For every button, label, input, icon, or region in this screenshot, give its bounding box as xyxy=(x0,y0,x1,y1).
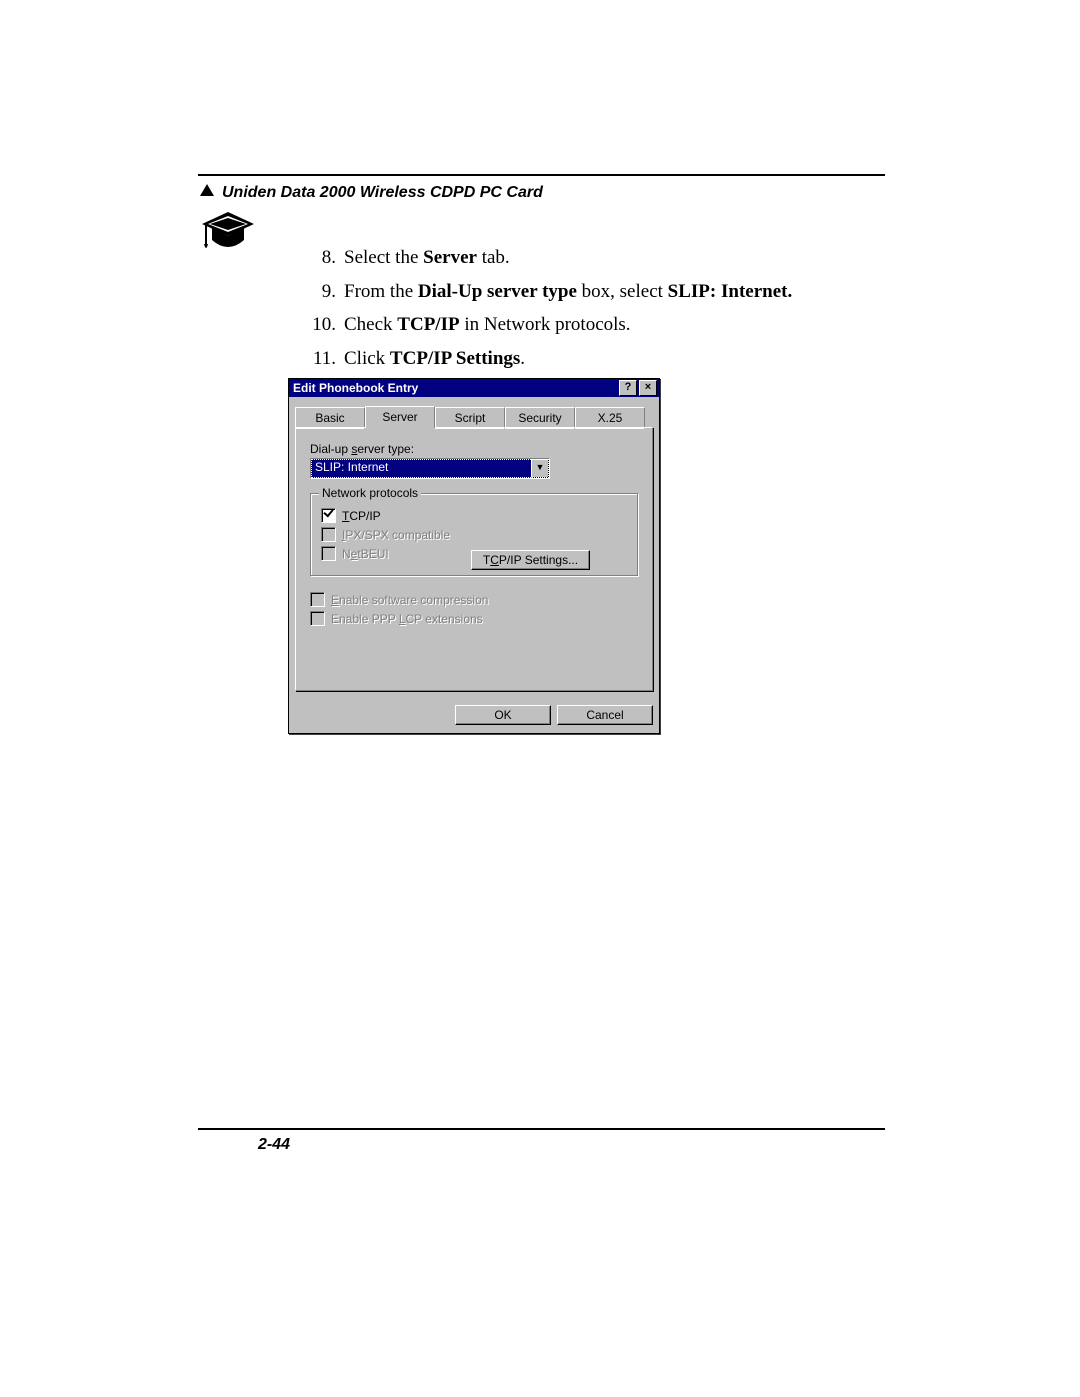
tab-script[interactable]: Script xyxy=(435,407,505,429)
screenshot-figure: Edit Phonebook Entry ? × Basic Server Sc… xyxy=(288,378,660,734)
step-10: 10. Check TCP/IP in Network protocols. xyxy=(298,311,880,339)
ipx-label: IPX/SPX compatible xyxy=(342,528,450,542)
footer-rule xyxy=(198,1128,885,1130)
tcpip-settings-button[interactable]: TCP/IP Settings... xyxy=(471,550,590,570)
step-number: 10. xyxy=(298,311,344,339)
document-page: Uniden Data 2000 Wireless CDPD PC Card 8… xyxy=(0,0,1080,1397)
step-number: 8. xyxy=(298,244,344,272)
dialog-titlebar[interactable]: Edit Phonebook Entry ? × xyxy=(289,379,659,397)
netbeui-checkbox xyxy=(321,546,336,561)
sw-compression-label: Enable software compression xyxy=(331,593,488,607)
dialog-button-row: OK Cancel xyxy=(289,697,659,733)
server-type-combobox[interactable]: SLIP: Internet ▼ xyxy=(310,458,550,479)
tab-strip: Basic Server Script Security X.25 xyxy=(295,405,653,427)
step-text: Click TCP/IP Settings. xyxy=(344,345,525,373)
tcpip-label: TCP/IP xyxy=(342,509,381,523)
tab-basic[interactable]: Basic xyxy=(295,407,365,429)
step-9: 9. From the Dial-Up server type box, sel… xyxy=(298,278,880,306)
cancel-button[interactable]: Cancel xyxy=(557,705,653,725)
instruction-steps: 8. Select the Server tab. 9. From the Di… xyxy=(298,244,880,378)
tcpip-checkbox-row[interactable]: TCP/IP xyxy=(321,508,627,523)
ppp-lcp-checkbox xyxy=(310,611,325,626)
running-header: Uniden Data 2000 Wireless CDPD PC Card xyxy=(222,184,543,202)
sw-compression-checkbox xyxy=(310,592,325,607)
edit-phonebook-entry-dialog: Edit Phonebook Entry ? × Basic Server Sc… xyxy=(288,378,660,734)
tab-security[interactable]: Security xyxy=(505,407,575,429)
dialog-body: Basic Server Script Security X.25 Dial-u… xyxy=(289,397,659,697)
step-number: 11. xyxy=(298,345,344,373)
dialog-title: Edit Phonebook Entry xyxy=(293,381,617,395)
close-button[interactable]: × xyxy=(639,380,657,396)
step-number: 9. xyxy=(298,278,344,306)
group-title: Network protocols xyxy=(319,486,421,500)
sw-compression-row: Enable software compression xyxy=(310,592,638,607)
tab-x25[interactable]: X.25 xyxy=(575,407,645,429)
step-text: From the Dial-Up server type box, select… xyxy=(344,278,792,306)
tcpip-checkbox[interactable] xyxy=(321,508,336,523)
server-type-value: SLIP: Internet xyxy=(311,459,531,476)
ppp-lcp-row: Enable PPP LCP extensions xyxy=(310,611,638,626)
tab-panel-server: Dial-up server type: SLIP: Internet ▼ Ne… xyxy=(295,427,653,691)
lower-checkboxes: Enable software compression Enable PPP L… xyxy=(310,592,638,626)
step-11: 11. Click TCP/IP Settings. xyxy=(298,345,880,373)
graduation-cap-icon xyxy=(200,210,256,254)
netbeui-label: NetBEUI xyxy=(342,547,389,561)
header-rule xyxy=(198,174,885,176)
step-text: Select the Server tab. xyxy=(344,244,510,272)
page-number: 2-44 xyxy=(258,1136,290,1154)
server-type-label: Dial-up server type: xyxy=(310,442,638,456)
tab-server[interactable]: Server xyxy=(365,406,435,428)
step-text: Check TCP/IP in Network protocols. xyxy=(344,311,631,339)
ok-button[interactable]: OK xyxy=(455,705,551,725)
help-button[interactable]: ? xyxy=(619,380,637,396)
network-protocols-group: Network protocols TCP/IP TCP/IP Settings… xyxy=(310,493,638,576)
chevron-down-icon[interactable]: ▼ xyxy=(531,459,549,478)
ppp-lcp-label: Enable PPP LCP extensions xyxy=(331,612,483,626)
triangle-icon xyxy=(200,184,214,196)
ipx-checkbox-row: IPX/SPX compatible xyxy=(321,527,627,542)
ipx-checkbox xyxy=(321,527,336,542)
step-8: 8. Select the Server tab. xyxy=(298,244,880,272)
